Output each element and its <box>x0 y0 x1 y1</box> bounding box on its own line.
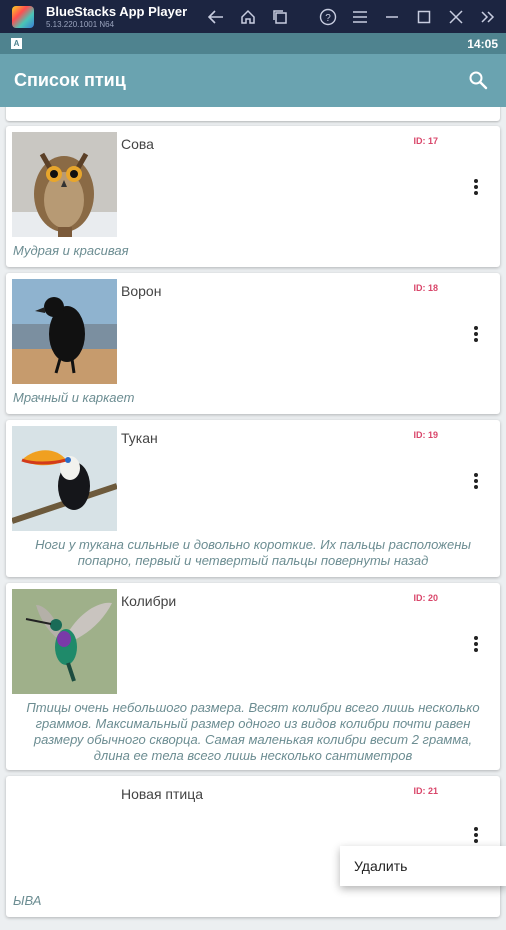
bluestacks-logo-icon <box>12 5 34 28</box>
help-icon[interactable]: ? <box>312 0 344 33</box>
hummingbird-image <box>12 589 117 694</box>
more-vert-icon[interactable] <box>470 324 482 344</box>
bird-card-hummingbird[interactable]: Колибри ID: 20 Птицы очень небольшого ра… <box>6 583 500 770</box>
bird-name: Ворон <box>121 283 162 299</box>
svg-text:?: ? <box>325 13 331 24</box>
more-vert-icon[interactable] <box>470 177 482 197</box>
emulator-version: 5.13.220.1001 N64 <box>46 19 115 29</box>
bird-description: Птицы очень небольшого размера. Весят ко… <box>26 700 480 763</box>
bird-name: Сова <box>121 136 154 152</box>
back-arrow-icon[interactable] <box>200 0 232 33</box>
bird-id: ID: 19 <box>413 430 438 440</box>
bird-id: ID: 20 <box>413 593 438 603</box>
home-icon[interactable] <box>232 0 264 33</box>
context-menu: Удалить <box>340 846 506 886</box>
emulator-title-bar: BlueStacks App Player 5.13.220.1001 N64 … <box>0 0 506 33</box>
bird-description: Мудрая и красивая <box>13 243 129 258</box>
more-vert-icon[interactable] <box>470 634 482 654</box>
delete-menu-item[interactable]: Удалить <box>354 858 407 874</box>
owl-image <box>12 132 117 237</box>
maximize-icon[interactable] <box>408 0 440 33</box>
page-title: Список птиц <box>14 70 126 90</box>
bird-name: Тукан <box>121 430 158 446</box>
more-vert-icon[interactable] <box>470 825 482 845</box>
bird-description: Ноги у тукана сильные и довольно коротки… <box>35 537 471 568</box>
bird-card-owl[interactable]: Сова ID: 17 Мудрая и красивая <box>6 126 500 267</box>
bird-list[interactable]: Сова ID: 17 Мудрая и красивая Ворон ID: … <box>0 107 506 930</box>
expand-sidebar-icon[interactable] <box>472 0 504 33</box>
android-status-bar: A 14:05 <box>0 33 506 54</box>
bird-id: ID: 18 <box>413 283 438 293</box>
more-vert-icon[interactable] <box>470 471 482 491</box>
toucan-image <box>12 426 117 531</box>
emulator-app-name: BlueStacks App Player <box>46 3 188 19</box>
bird-description: Мрачный и каркает <box>13 390 135 405</box>
bird-card-raven[interactable]: Ворон ID: 18 Мрачный и каркает <box>6 273 500 414</box>
recent-apps-icon[interactable] <box>264 0 296 33</box>
list-item-partial <box>6 107 500 121</box>
emulator-title: BlueStacks App Player 5.13.220.1001 N64 <box>46 5 187 29</box>
status-indicator-icon: A <box>11 38 22 49</box>
raven-image <box>12 279 117 384</box>
bird-name: Колибри <box>121 593 177 609</box>
bird-id: ID: 21 <box>413 786 438 796</box>
bird-description: ЫВА <box>13 893 42 908</box>
close-icon[interactable] <box>440 0 472 33</box>
bird-card-toucan[interactable]: Тукан ID: 19 Ноги у тукана сильные и дов… <box>6 420 500 577</box>
bird-id: ID: 17 <box>413 136 438 146</box>
minimize-icon[interactable] <box>376 0 408 33</box>
app-toolbar: Список птиц <box>0 54 506 107</box>
bird-name: Новая птица <box>121 786 204 802</box>
search-icon[interactable] <box>468 70 488 90</box>
menu-icon[interactable] <box>344 0 376 33</box>
status-time: 14:05 <box>467 36 498 51</box>
